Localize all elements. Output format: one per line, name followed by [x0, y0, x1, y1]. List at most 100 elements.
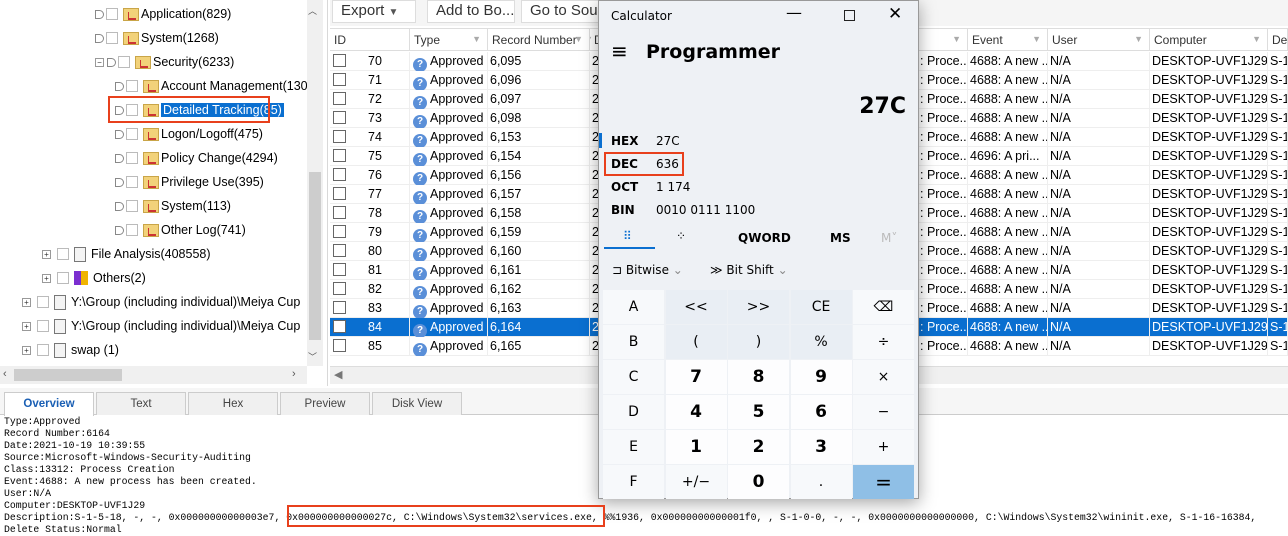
key-2-4[interactable]: ×: [853, 360, 914, 394]
bit-shift-button[interactable]: ≫ Bit Shift ⌄: [710, 263, 788, 277]
row-checkbox[interactable]: [333, 149, 346, 162]
tree-node[interactable]: Logon/Logoff(475): [115, 124, 263, 144]
node-checkbox[interactable]: [37, 344, 49, 356]
row-checkbox[interactable]: [333, 187, 346, 200]
tree-node[interactable]: Other Log(741): [115, 220, 246, 240]
node-checkbox[interactable]: [106, 32, 118, 44]
node-checkbox[interactable]: [126, 152, 138, 164]
key-1-1[interactable]: (: [665, 325, 727, 359]
row-checkbox[interactable]: [333, 339, 346, 352]
word-size-button[interactable]: QWORD: [738, 231, 791, 245]
add-to-bookmark-button[interactable]: Add to Bo...: [427, 0, 515, 23]
row-checkbox[interactable]: [333, 73, 346, 86]
key-4-2[interactable]: 2: [728, 430, 789, 464]
row-checkbox[interactable]: [333, 244, 346, 257]
row-checkbox[interactable]: [333, 225, 346, 238]
tab-overview[interactable]: Overview: [4, 392, 94, 416]
key-5-4[interactable]: =: [853, 465, 914, 499]
tree-node[interactable]: + Y:\Group (including individual)\Meiya C…: [22, 292, 300, 312]
tab-preview[interactable]: Preview: [280, 392, 370, 415]
key-4-1[interactable]: 1: [665, 430, 727, 464]
expand-icon[interactable]: +: [22, 345, 31, 355]
node-checkbox[interactable]: [57, 272, 69, 284]
scroll-up-icon[interactable]: ︿: [308, 4, 317, 17]
scroll-left-icon[interactable]: ◀: [334, 368, 342, 381]
node-checkbox[interactable]: [126, 128, 138, 140]
key-2-3[interactable]: 9: [790, 360, 852, 394]
bin-label[interactable]: BIN: [611, 203, 635, 217]
node-checkbox[interactable]: [126, 224, 138, 236]
tree-node[interactable]: Application(829): [95, 4, 231, 24]
export-button[interactable]: Export ▼: [332, 0, 416, 23]
key-0-2[interactable]: >>: [728, 290, 789, 324]
node-checkbox[interactable]: [126, 80, 138, 92]
row-checkbox[interactable]: [333, 282, 346, 295]
node-checkbox[interactable]: [106, 8, 118, 20]
key-1-0[interactable]: B: [603, 325, 664, 359]
tree-vertical-scrollbar[interactable]: ︿ ﹀: [307, 0, 323, 366]
collapse-icon[interactable]: −: [95, 57, 104, 67]
filter-icon[interactable]: ▼: [472, 34, 481, 44]
scroll-down-icon[interactable]: ﹀: [308, 350, 317, 363]
row-checkbox[interactable]: [333, 168, 346, 181]
key-4-3[interactable]: 3: [790, 430, 852, 464]
filter-icon[interactable]: ▼: [574, 34, 583, 44]
row-checkbox[interactable]: [333, 263, 346, 276]
key-3-0[interactable]: D: [603, 395, 664, 429]
key-5-3[interactable]: .: [790, 465, 852, 499]
maximize-button[interactable]: [844, 10, 855, 21]
tree-node[interactable]: + File Analysis(408558): [42, 244, 211, 264]
node-checkbox[interactable]: [118, 56, 130, 68]
expand-icon[interactable]: +: [22, 297, 31, 307]
node-checkbox[interactable]: [126, 176, 138, 188]
filter-icon[interactable]: ▼: [1134, 34, 1143, 44]
column-header[interactable]: De: [1268, 29, 1288, 51]
key-3-1[interactable]: 4: [665, 395, 727, 429]
row-checkbox[interactable]: [333, 206, 346, 219]
tree-node[interactable]: Account Management(130): [115, 76, 312, 96]
key-5-0[interactable]: F: [603, 465, 664, 499]
tree-node[interactable]: + swap (1): [22, 340, 119, 360]
minimize-button[interactable]: —: [786, 3, 802, 22]
column-header[interactable]: Type ▼: [410, 29, 488, 51]
expand-icon[interactable]: +: [22, 321, 31, 331]
key-3-3[interactable]: 6: [790, 395, 852, 429]
tree-node[interactable]: System(113): [115, 196, 231, 216]
column-header[interactable]: Event ▼: [968, 29, 1048, 51]
key-0-3[interactable]: CE: [790, 290, 852, 324]
tree-node[interactable]: System(1268): [95, 28, 219, 48]
keypad-icon[interactable]: ⠿: [623, 229, 632, 243]
key-1-4[interactable]: ÷: [853, 325, 914, 359]
node-checkbox[interactable]: [37, 296, 49, 308]
tree-node[interactable]: + Others(2): [42, 268, 146, 288]
tree-node[interactable]: Privilege Use(395): [115, 172, 264, 192]
key-2-2[interactable]: 8: [728, 360, 789, 394]
key-1-3[interactable]: %: [790, 325, 852, 359]
row-checkbox[interactable]: [333, 301, 346, 314]
memory-store-button[interactable]: MS: [830, 231, 851, 245]
tree-scroll-thumb[interactable]: [309, 172, 321, 340]
key-4-4[interactable]: +: [853, 430, 914, 464]
node-checkbox[interactable]: [57, 248, 69, 260]
row-checkbox[interactable]: [333, 54, 346, 67]
tab-hex[interactable]: Hex: [188, 392, 278, 415]
hex-label[interactable]: HEX: [611, 134, 639, 148]
oct-label[interactable]: OCT: [611, 180, 638, 194]
filter-icon[interactable]: ▼: [1252, 34, 1261, 44]
column-header[interactable]: Computer ▼: [1150, 29, 1268, 51]
tab-disk-view[interactable]: Disk View: [372, 392, 462, 415]
menu-icon[interactable]: ≡: [611, 39, 628, 63]
expand-icon[interactable]: +: [42, 249, 51, 259]
key-5-1[interactable]: +/−: [665, 465, 727, 499]
column-header[interactable]: ▼: [918, 29, 968, 51]
row-checkbox[interactable]: [333, 130, 346, 143]
node-checkbox[interactable]: [37, 320, 49, 332]
tree-node[interactable]: + Y:\Group (including individual)\Meiya C…: [22, 316, 300, 336]
column-header[interactable]: ID: [330, 29, 410, 51]
key-5-2[interactable]: 0: [728, 465, 789, 499]
memory-recall-button[interactable]: M˅: [881, 231, 897, 245]
key-2-1[interactable]: 7: [665, 360, 727, 394]
filter-icon[interactable]: ▼: [590, 34, 593, 44]
scroll-left-icon[interactable]: ‹: [3, 368, 7, 380]
key-1-2[interactable]: ): [728, 325, 789, 359]
